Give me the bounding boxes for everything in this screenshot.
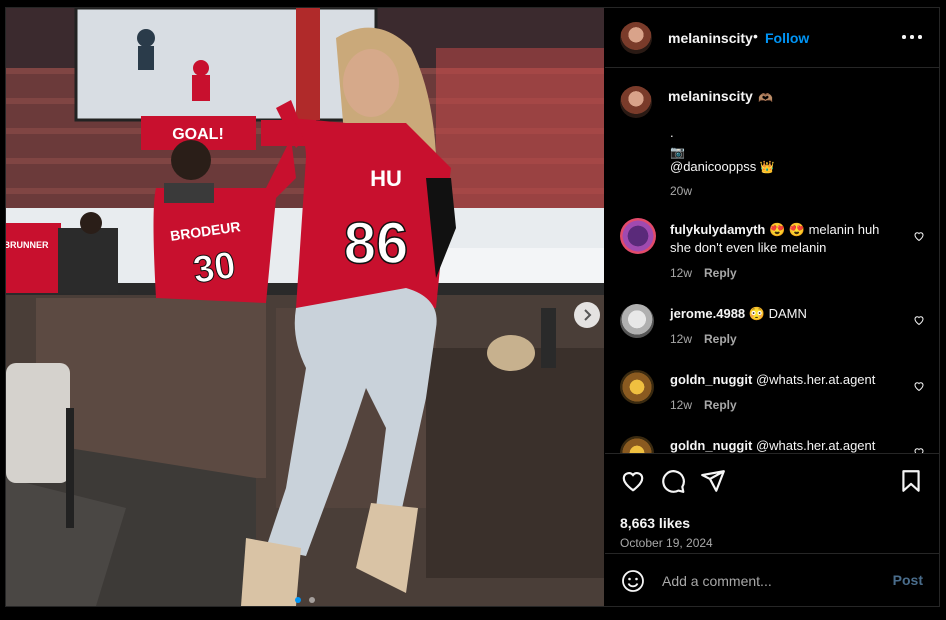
comment-avatar[interactable]	[620, 436, 654, 453]
comment-like-icon[interactable]	[913, 446, 925, 453]
caption-username[interactable]: melaninscity	[668, 88, 753, 104]
reply-button[interactable]: Reply	[704, 332, 737, 346]
carousel-dot	[309, 597, 316, 603]
photo-illustration: GOAL! BRODEUR 30 BRUNNER HU 86	[6, 8, 604, 606]
like-heart-icon[interactable]	[620, 468, 646, 494]
comment-input[interactable]	[660, 568, 884, 594]
comment-text-line2: she don't even like melanin	[670, 240, 827, 255]
comment-time: 12w	[670, 332, 693, 346]
comment-avatar[interactable]	[620, 370, 654, 404]
banner-goal-text: GOAL!	[172, 126, 224, 143]
comment-avatar[interactable]	[620, 218, 656, 254]
separator-dot: •	[753, 28, 758, 44]
comment-text: goldn_nuggit @whats.her.at.agent	[670, 372, 876, 387]
more-options-icon[interactable]	[901, 26, 923, 46]
comment-text: jerome.4988 😳 DAMN	[670, 306, 807, 321]
caption-mention[interactable]: @danicooppss 👑	[670, 158, 775, 176]
jersey-brunner-name: BRUNNER	[6, 240, 49, 250]
jersey-brodeur-number: 30	[190, 244, 238, 291]
avatar[interactable]	[620, 22, 652, 54]
comment-text: fulykulydamyth 😍 😍 melanin huh	[670, 222, 880, 237]
comment-text: goldn_nuggit @whats.her.at.agent	[670, 438, 876, 453]
share-send-icon[interactable]	[700, 468, 726, 494]
reply-button[interactable]: Reply	[704, 266, 737, 280]
header-username[interactable]: melaninscity	[668, 30, 753, 46]
post-sidebar: melaninscity • Follow melaninscity 🫶🏽 . …	[605, 8, 939, 606]
post-photo[interactable]: GOAL! BRODEUR 30 BRUNNER HU 86	[6, 8, 604, 606]
comment-time: 12w	[670, 266, 693, 280]
caption-line: .	[670, 125, 674, 140]
post-actions: 8,663 likes October 19, 2024	[605, 453, 939, 553]
comment-like-icon[interactable]	[913, 230, 925, 242]
comment-like-icon[interactable]	[913, 314, 925, 326]
post-header: melaninscity • Follow	[605, 8, 939, 68]
post-date: October 19, 2024	[620, 536, 713, 550]
jersey-center-name: HU	[370, 166, 402, 191]
comment-time: 12w	[670, 398, 693, 412]
comment-bubble-icon[interactable]	[660, 468, 686, 494]
caption-emoji: 🫶🏽	[758, 91, 773, 105]
follow-button[interactable]: Follow	[765, 30, 809, 46]
carousel-dot-active	[294, 597, 301, 603]
comment-avatar[interactable]	[620, 304, 654, 338]
likes-count[interactable]: 8,663 likes	[620, 515, 690, 531]
add-comment-bar: Post	[605, 553, 939, 606]
post-comment-button[interactable]: Post	[893, 572, 923, 588]
comments-list[interactable]: melaninscity 🫶🏽 . 📷 @danicooppss 👑 20w f…	[605, 68, 939, 453]
comment-like-icon[interactable]	[913, 380, 925, 392]
bookmark-icon[interactable]	[898, 468, 924, 494]
next-photo-button[interactable]	[574, 302, 600, 328]
carousel-dots	[6, 590, 604, 606]
caption-avatar[interactable]	[620, 86, 652, 118]
emoji-icon[interactable]	[621, 569, 645, 593]
caption-time: 20w	[670, 184, 693, 198]
chevron-right-icon	[584, 309, 592, 321]
reply-button[interactable]: Reply	[704, 398, 737, 412]
jersey-center-number: 86	[344, 211, 409, 276]
